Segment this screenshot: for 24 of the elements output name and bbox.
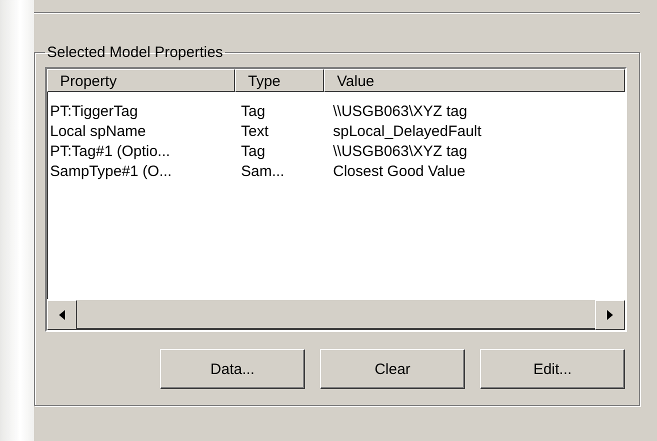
- action-button[interactable]: Clear: [320, 349, 465, 389]
- table-cell-text: Sam...: [240, 162, 286, 182]
- table-cell-text: PT:Tag#1 (Optio...: [49, 142, 172, 162]
- table-cell-text: Tag: [240, 142, 266, 162]
- group-title: Selected Model Properties: [46, 44, 224, 61]
- table-cell-text: SampType#1 (O...: [49, 162, 173, 182]
- table-cell-text: spLocal_DelayedFault: [332, 122, 482, 142]
- scroll-left-button[interactable]: [47, 300, 77, 330]
- column-header[interactable]: Value: [324, 69, 625, 92]
- table-cell-text: \\USGB063\XYZ tag: [332, 142, 468, 162]
- table-cell-text: Text: [240, 122, 270, 142]
- right-arrow-icon: [607, 310, 613, 320]
- left-arrow-icon: [59, 310, 65, 320]
- table-cell-text: PT:TiggerTag: [49, 102, 139, 122]
- table-cell-text: \\USGB063\XYZ tag: [332, 102, 468, 122]
- table-cell-text: Tag: [240, 102, 266, 122]
- action-button[interactable]: Data...: [160, 349, 305, 389]
- property-list[interactable]: Property Type Value PT:TiggerTag Tag \\USGB063\XYZ tag Local spName Text spLocal_DelayedFault PT:Tag#1 (Optio... Tag \\USGB063\XYZ tag SampType#1 (O... Sam... Closest Good Value: [45, 67, 627, 332]
- scroll-right-button[interactable]: [595, 300, 625, 330]
- table-cell-text: Local spName: [49, 122, 147, 142]
- table-cell-text: Closest Good Value: [332, 162, 466, 182]
- action-button[interactable]: Edit...: [480, 349, 625, 389]
- column-header[interactable]: Type: [235, 69, 324, 92]
- column-header[interactable]: Property: [47, 69, 235, 92]
